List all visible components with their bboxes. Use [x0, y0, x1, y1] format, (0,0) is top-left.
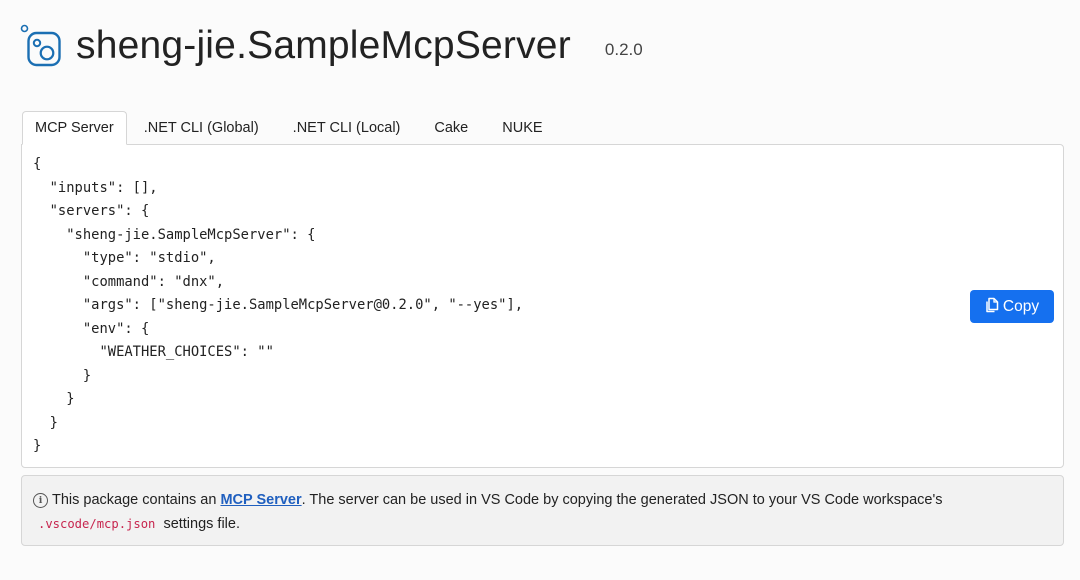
code-line: } [33, 391, 75, 407]
code-line: "servers": { [33, 203, 150, 219]
info-icon: i [33, 493, 48, 508]
package-title: sheng-jie.SampleMcpServer [76, 24, 571, 67]
mcp-json-code[interactable]: { "inputs": [], "servers": { "sheng-jie.… [33, 153, 523, 459]
code-panel: { "inputs": [], "servers": { "sheng-jie.… [21, 144, 1064, 468]
package-page: sheng-jie.SampleMcpServer 0.2.0 MCP Serv… [0, 0, 1080, 580]
code-line: { [33, 156, 42, 172]
note-text-after: . The server can be used in VS Code by c… [301, 492, 943, 508]
tab-cake[interactable]: Cake [417, 111, 485, 145]
code-line: "type": "stdio", [33, 250, 216, 266]
code-line: "WEATHER_CHOICES": "" [33, 344, 274, 360]
info-note: i This package contains an MCP Server. Th… [21, 475, 1064, 546]
code-line: "env": { [33, 320, 150, 337]
package-icon [20, 24, 62, 68]
code-line: } [33, 438, 42, 454]
code-line: "sheng-jie.SampleMcpServer": { [33, 226, 316, 243]
copy-button-label: Copy [1002, 297, 1040, 315]
code-line: "inputs": [], [33, 179, 158, 196]
tab-nuke[interactable]: NUKE [485, 111, 559, 145]
code-line: } [33, 367, 92, 384]
mcp-server-link[interactable]: MCP Server [220, 492, 301, 508]
copy-button[interactable]: Copy [970, 290, 1054, 323]
tab-dotnet-cli-local[interactable]: .NET CLI (Local) [276, 111, 418, 145]
note-text-before: This package contains an [52, 492, 217, 508]
code-line: "command": "dnx", [33, 273, 225, 290]
note-text-end: settings file. [163, 516, 241, 532]
install-tabs: MCP Server .NET CLI (Global) .NET CLI (L… [22, 111, 560, 145]
code-line: "args": ["sheng-jie.SampleMcpServer@0.2.… [33, 297, 524, 313]
copy-icon [985, 297, 999, 318]
mcp-json-path: .vscode/mcp.json [38, 517, 156, 531]
package-version: 0.2.0 [604, 40, 643, 59]
code-line: } [33, 414, 58, 431]
package-header: sheng-jie.SampleMcpServer 0.2.0 [20, 22, 643, 70]
tab-mcp-server[interactable]: MCP Server [22, 111, 127, 145]
tab-dotnet-cli-global[interactable]: .NET CLI (Global) [127, 111, 276, 145]
